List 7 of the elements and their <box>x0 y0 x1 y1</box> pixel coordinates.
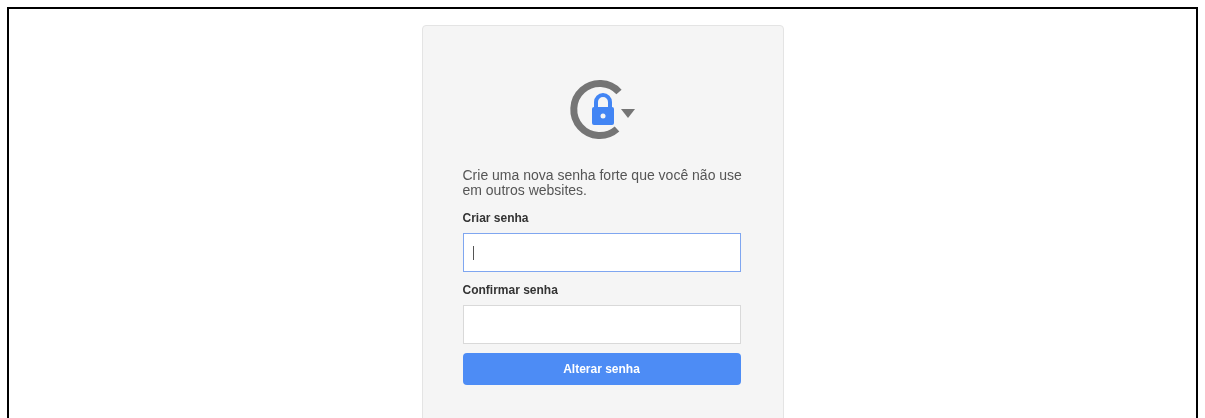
password-field[interactable] <box>462 233 741 272</box>
field-label: Criar senha <box>462 210 530 226</box>
change-password-button[interactable]: Alterar senha <box>462 353 741 385</box>
text-caret <box>472 245 474 260</box>
password-field[interactable] <box>462 305 741 344</box>
instruction-text: Crie uma nova senha forte que você não use em outros websites. <box>462 168 743 198</box>
field-label: Confirmar senha <box>462 282 559 298</box>
